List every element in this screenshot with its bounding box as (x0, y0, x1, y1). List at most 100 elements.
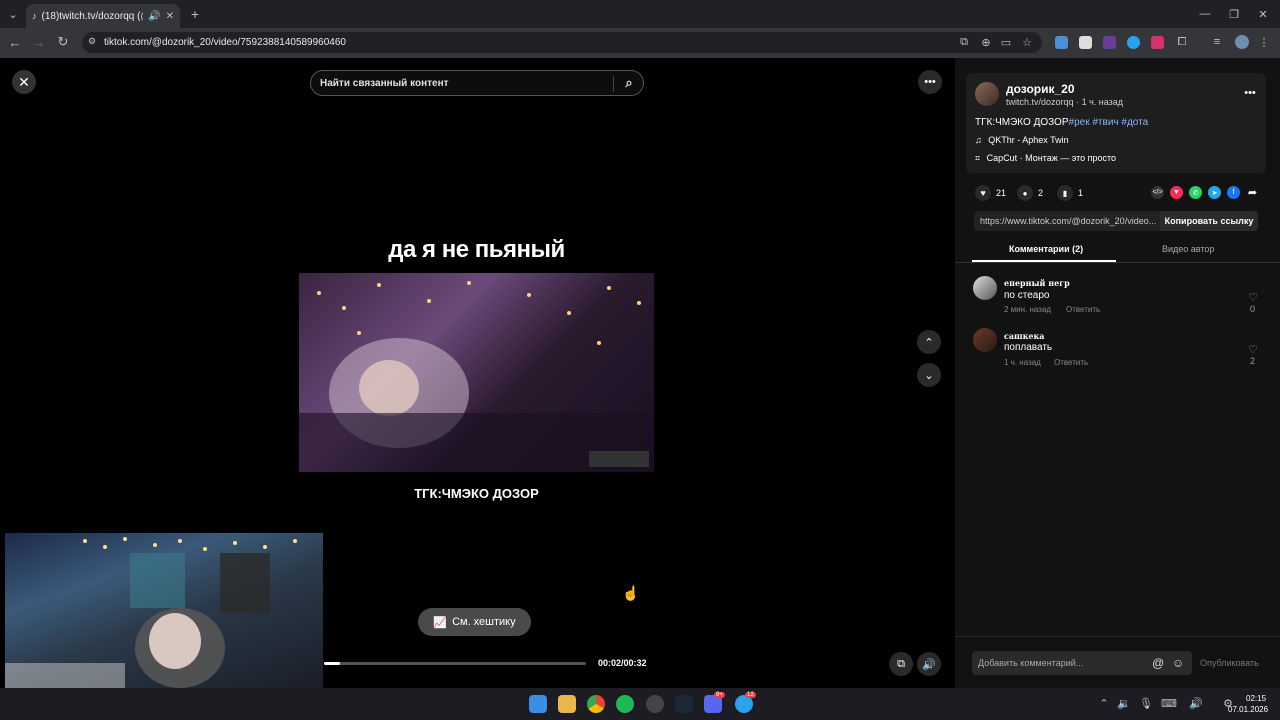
music-note-icon: ♫ (975, 135, 982, 145)
post-time: 1 ч. назад (1081, 97, 1124, 107)
comment-username[interactable]: сашкека (1004, 331, 1044, 341)
whatsapp-icon[interactable]: ✆ (1189, 186, 1202, 199)
share-tiktok-icon[interactable]: ▼ (1170, 186, 1183, 199)
back-icon[interactable]: ← (8, 35, 22, 50)
floating-player-button[interactable]: ⧉ (889, 652, 913, 676)
bookmark-star-icon[interactable]: ☆ (1021, 36, 1033, 49)
music-row[interactable]: ♫ QKThr - Aphex Twin (975, 135, 1069, 145)
url-text: tiktok.com/@dozorik_20/video/75923881405… (104, 37, 346, 48)
video-progress-bar[interactable] (324, 662, 586, 665)
profile-avatar[interactable] (1235, 35, 1249, 49)
hashtag-link[interactable]: #твич (1092, 117, 1118, 128)
extension-2-icon[interactable] (1079, 36, 1092, 49)
extension-1-icon[interactable] (1055, 36, 1068, 49)
site-info-icon[interactable]: ⚙ (88, 36, 96, 47)
video-link-field[interactable]: https://www.tiktok.com/@dozorik_20/video… (974, 211, 1160, 231)
hashtag-link[interactable]: #дота (1121, 117, 1148, 128)
search-divider (613, 76, 614, 92)
chrome-icon[interactable] (587, 695, 605, 713)
next-video-button[interactable]: ⌄ (917, 363, 941, 387)
previous-video-button[interactable]: ⌃ (917, 330, 941, 354)
new-tab-icon[interactable]: + (188, 6, 202, 22)
telegram-icon[interactable]: ➤ (1208, 186, 1221, 199)
author-name[interactable]: дозорик_20 (1006, 82, 1075, 96)
volume-tray-icon[interactable]: 🔊 (1189, 697, 1203, 710)
publish-button[interactable]: Опубликовать (1200, 658, 1259, 668)
music-title: QKThr - Aphex Twin (988, 135, 1069, 145)
zoom-icon[interactable]: ⊕ (980, 36, 992, 49)
comment-like-icon[interactable]: ♡ (1247, 291, 1259, 304)
tab-author-videos[interactable]: Видео автор (1162, 244, 1214, 254)
extension-5-icon[interactable] (1151, 36, 1164, 49)
comment-bubble-icon: ● (1017, 185, 1033, 201)
capcut-label: CapCut · Монтаж — это просто (986, 153, 1117, 163)
tab-close-icon[interactable]: ✕ (166, 11, 174, 22)
comment-reply-button[interactable]: Ответить (1054, 358, 1088, 367)
more-options-button[interactable]: ••• (918, 70, 942, 94)
share-arrow-icon[interactable]: ➦ (1246, 186, 1259, 199)
media-control-icon[interactable]: ≡ (1210, 35, 1224, 49)
more-dots-icon: ••• (924, 76, 936, 88)
capcut-row[interactable]: ⌗ CapCut · Монтаж — это просто (975, 153, 1116, 164)
emoji-icon[interactable]: ☺ (1172, 656, 1184, 670)
translate-icon[interactable]: ⧉ (958, 36, 970, 48)
active-tab-indicator (972, 260, 1116, 262)
browser-menu-icon[interactable]: ⋮ (1258, 35, 1270, 49)
close-video-button[interactable]: ✕ (12, 70, 36, 94)
author-more-icon[interactable]: ••• (1243, 86, 1257, 100)
reload-icon[interactable]: ↻ (56, 34, 70, 49)
tab-search-chevron-icon[interactable]: ⌄ (6, 7, 20, 21)
minimize-icon[interactable]: — (1198, 7, 1212, 21)
browser-tab[interactable]: ♪ (18)twitch.tv/dozorqq (@d... 🔊 ✕ (26, 4, 180, 28)
facebook-icon[interactable]: f (1227, 186, 1240, 199)
tab-audio-icon[interactable]: 🔊 (148, 11, 160, 22)
restore-icon[interactable]: ❐ (1227, 7, 1241, 21)
file-explorer-icon[interactable] (558, 695, 576, 713)
related-search-input[interactable]: Найти связанный контент ⌕ (310, 70, 644, 96)
steam-icon[interactable] (675, 695, 693, 713)
like-count: 21 (996, 188, 1007, 198)
comment-username[interactable]: еперный негр (1004, 278, 1070, 288)
comment-avatar[interactable] (973, 328, 997, 352)
author-avatar[interactable] (975, 82, 999, 106)
forward-icon[interactable]: → (32, 35, 46, 50)
window-close-icon[interactable]: ✕ (1256, 7, 1270, 21)
comment-like-icon[interactable]: ♡ (1247, 343, 1259, 356)
start-menu-icon[interactable] (529, 695, 547, 713)
search-icon[interactable]: ⌕ (621, 75, 637, 91)
spotify-icon[interactable] (616, 695, 634, 713)
tab-comments[interactable]: Комментарии (2) (1009, 244, 1083, 254)
comment-text: поплавать (1004, 342, 1053, 353)
save-stat[interactable]: ▮ 1 (1057, 185, 1083, 201)
chevron-down-icon: ⌄ (924, 369, 934, 382)
clock-time: 02:15 (1246, 694, 1267, 703)
comment-avatar[interactable] (973, 276, 997, 300)
app-icon[interactable] (646, 695, 664, 713)
comment-time: 2 мин. назад (1004, 305, 1052, 314)
tabs-divider (955, 262, 1280, 263)
author-separator: · (1076, 97, 1080, 107)
like-stat[interactable]: ♥ 21 (975, 185, 1006, 201)
microphone-icon[interactable]: 🎙 (1139, 697, 1153, 710)
mention-icon[interactable]: @ (1152, 656, 1164, 670)
hashtag-link[interactable]: #рек (1069, 117, 1090, 128)
address-bar[interactable]: ⚙ tiktok.com/@dozorik_20/video/759238814… (82, 32, 1042, 53)
cast-icon[interactable]: ▭ (1000, 36, 1012, 49)
copy-link-button[interactable]: Копировать ссылку (1160, 211, 1258, 231)
author-nickname: twitch.tv/dozorqq (1006, 97, 1074, 107)
tray-audio-icon[interactable]: 🔉 (1117, 697, 1131, 710)
embed-icon[interactable]: </> (1151, 186, 1164, 199)
extension-4-icon[interactable] (1127, 36, 1140, 49)
comment-input[interactable]: Добавить комментарий... @ ☺ (972, 651, 1192, 675)
tray-chevron-icon[interactable]: ⌃ (1098, 697, 1110, 710)
keyboard-layout-icon[interactable]: ⌨ (1160, 697, 1178, 710)
extensions-puzzle-icon[interactable]: ⧠ (1175, 35, 1189, 49)
comment-reply-button[interactable]: Ответить (1066, 305, 1100, 314)
volume-button[interactable]: 🔊 (917, 652, 941, 676)
extension-3-icon[interactable] (1103, 36, 1116, 49)
video-description: ТГК:ЧМЭКО ДОЗОР#рек #твич #дота (975, 117, 1148, 128)
comment-stat[interactable]: ● 2 (1017, 185, 1043, 201)
hashtag-button[interactable]: 📈 См. хештику (418, 608, 531, 636)
capcut-icon: ⌗ (975, 153, 981, 163)
description-text: ТГК:ЧМЭКО ДОЗОР (975, 117, 1069, 128)
